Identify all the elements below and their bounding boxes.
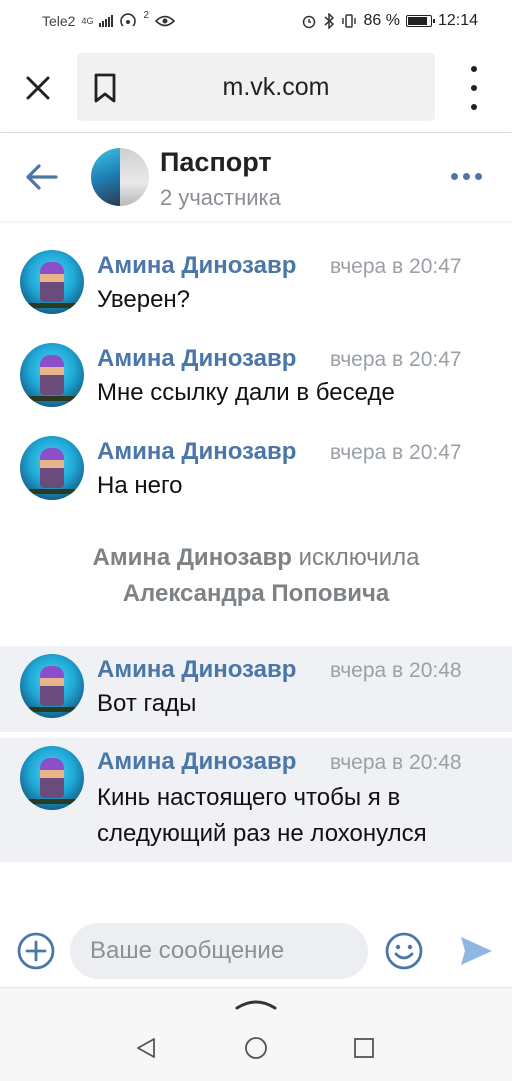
- bluetooth-icon: [324, 13, 335, 29]
- message[interactable]: Амина Динозавр вчера в 20:48 Вот гады: [0, 646, 512, 732]
- nav-home-icon[interactable]: [244, 1036, 268, 1060]
- network-label: 4G: [81, 16, 94, 26]
- clock: 12:14: [437, 12, 478, 29]
- back-arrow-icon[interactable]: [22, 161, 60, 193]
- message-input[interactable]: [70, 923, 368, 979]
- message-composer: [0, 915, 512, 987]
- chat-header: Паспорт 2 участника: [0, 133, 512, 221]
- chevron-up-icon[interactable]: [234, 994, 278, 1012]
- close-icon[interactable]: [20, 70, 56, 106]
- alarm-icon: [303, 15, 316, 29]
- chat-title[interactable]: Паспорт: [160, 147, 272, 178]
- nav-back-icon[interactable]: [134, 1036, 158, 1060]
- chat-avatar[interactable]: [91, 148, 149, 206]
- system-nav-bar: [0, 987, 512, 1081]
- carrier-label: Tele2: [42, 13, 76, 29]
- avatar[interactable]: [20, 436, 84, 500]
- chat-members-count: 2 участника: [160, 185, 281, 210]
- system-action: исключила: [298, 544, 420, 571]
- avatar[interactable]: [20, 250, 84, 314]
- eye-icon: [155, 15, 176, 27]
- sender-name[interactable]: Амина Динозавр: [97, 345, 296, 373]
- message-text: Кинь настоящего чтобы я в: [97, 784, 401, 811]
- more-vert-icon[interactable]: [460, 66, 488, 110]
- status-right: 86 % 12:14: [301, 12, 478, 30]
- url-text[interactable]: m.vk.com: [137, 53, 415, 121]
- sender-name[interactable]: Амина Динозавр: [97, 252, 296, 280]
- message-text: На него: [97, 472, 183, 499]
- message-time: вчера в 20:47: [330, 348, 462, 371]
- avatar[interactable]: [20, 343, 84, 407]
- avatar[interactable]: [20, 746, 84, 810]
- message[interactable]: Амина Динозавр вчера в 20:47 Уверен?: [0, 240, 512, 332]
- system-target[interactable]: Александра Поповича: [0, 576, 512, 612]
- sender-name[interactable]: Амина Динозавр: [97, 438, 296, 466]
- message[interactable]: Амина Динозавр вчера в 20:47 На него: [0, 426, 512, 518]
- send-icon[interactable]: [458, 933, 494, 969]
- message[interactable]: Амина Динозавр вчера в 20:48 Кинь настоя…: [0, 738, 512, 862]
- address-bar[interactable]: m.vk.com: [77, 53, 435, 121]
- message-time: вчера в 20:47: [330, 441, 462, 464]
- more-horiz-icon[interactable]: [451, 169, 485, 183]
- message-time: вчера в 20:48: [330, 751, 462, 774]
- message[interactable]: Амина Динозавр вчера в 20:47 Мне ссылку …: [0, 333, 512, 425]
- nav-recent-icon[interactable]: [352, 1036, 376, 1060]
- notification-count: 2: [143, 9, 150, 21]
- sender-name[interactable]: Амина Динозавр: [97, 656, 296, 684]
- avatar[interactable]: [20, 654, 84, 718]
- emoji-icon[interactable]: [384, 931, 424, 971]
- system-message: Амина Динозавр исключила Александра Попо…: [0, 540, 512, 612]
- sender-name[interactable]: Амина Динозавр: [97, 748, 296, 776]
- message-text: следующий раз не лохонулся: [97, 820, 427, 847]
- battery-icon: [405, 15, 435, 27]
- hotspot-icon: [120, 13, 137, 27]
- status-bar: Tele2 4G 2 86 % 12:14: [0, 0, 512, 42]
- message-text: Уверен?: [97, 286, 191, 313]
- add-icon[interactable]: [16, 931, 56, 971]
- message-text: Вот гады: [97, 690, 197, 717]
- vibrate-icon: [342, 14, 357, 28]
- signal-icon: [99, 15, 114, 27]
- status-left: Tele2 4G 2: [42, 9, 176, 30]
- system-actor[interactable]: Амина Динозавр: [92, 544, 291, 571]
- browser-toolbar: m.vk.com: [0, 42, 512, 132]
- bookmark-icon[interactable]: [93, 73, 117, 103]
- message-time: вчера в 20:47: [330, 255, 462, 278]
- message-text: Мне ссылку дали в беседе: [97, 379, 395, 406]
- battery-percent: 86 %: [363, 12, 400, 29]
- message-time: вчера в 20:48: [330, 659, 462, 682]
